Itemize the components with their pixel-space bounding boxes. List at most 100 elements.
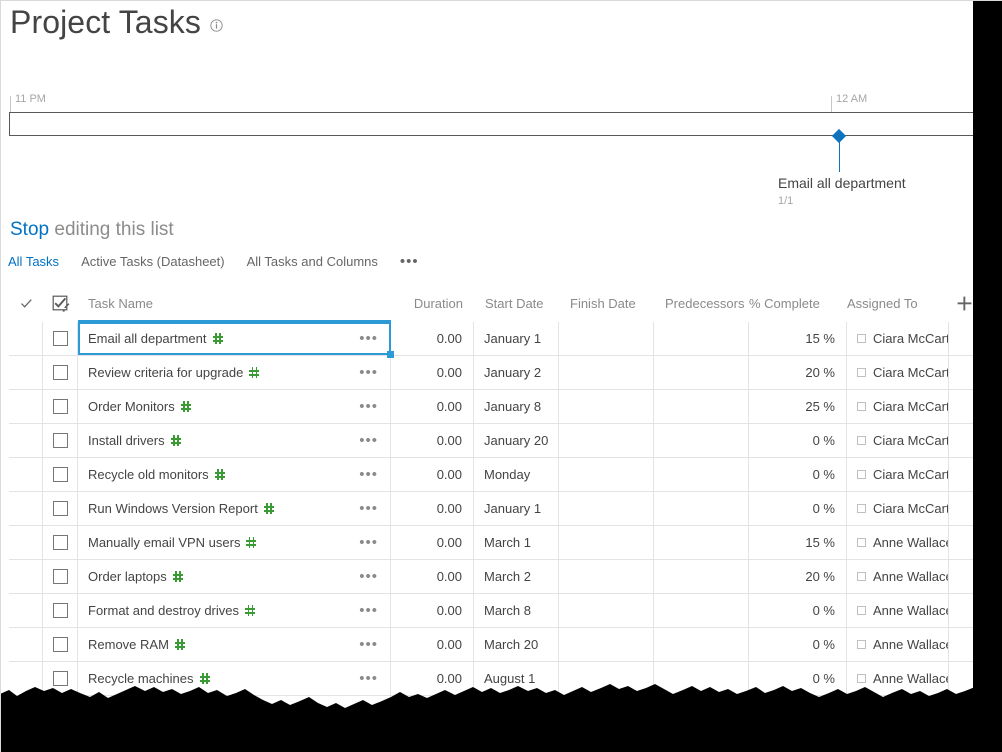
- row-checkbox[interactable]: [53, 569, 68, 584]
- cell-percent-complete[interactable]: 20 %: [749, 356, 847, 389]
- cell-predecessors[interactable]: [654, 594, 749, 627]
- cell-percent-complete[interactable]: 0 %: [749, 492, 847, 525]
- cell-assigned-to[interactable]: Ciara McCarthy: [847, 322, 949, 355]
- cell-predecessors[interactable]: [654, 696, 749, 729]
- cell-assigned-to[interactable]: Anne Wallace: [847, 526, 949, 559]
- column-header-start-date[interactable]: Start Date: [474, 285, 559, 322]
- timeline-milestone-label[interactable]: Email all department 1/1: [778, 174, 988, 208]
- cell-percent-complete[interactable]: 0 %: [749, 594, 847, 627]
- row-checkbox[interactable]: [53, 603, 68, 618]
- row-menu-button[interactable]: •••: [359, 504, 390, 514]
- row-menu-button[interactable]: •••: [359, 606, 390, 616]
- column-header-check-icon[interactable]: [9, 285, 43, 322]
- cell-duration[interactable]: 0.00: [391, 424, 474, 457]
- row-menu-button[interactable]: •••: [359, 470, 390, 480]
- table-row[interactable]: Review criteria for upgrade•••0.00Januar…: [9, 356, 974, 390]
- row-checkbox[interactable]: [53, 501, 68, 516]
- table-row[interactable]: Run Windows Version Report•••0.00January…: [9, 492, 974, 526]
- column-header-finish-date[interactable]: Finish Date: [559, 285, 654, 322]
- cell-finish-date[interactable]: [559, 662, 654, 695]
- row-select-checkbox-cell[interactable]: [43, 492, 78, 525]
- cell-task-name[interactable]: Recycle old monitors•••: [78, 458, 391, 491]
- row-select-checkbox-cell[interactable]: [43, 662, 78, 695]
- cell-task-name[interactable]: Review criteria for upgrade•••: [78, 356, 391, 389]
- row-select-checkbox-cell[interactable]: [43, 696, 78, 729]
- row-checkbox[interactable]: [53, 637, 68, 652]
- cell-start-date[interactable]: Monday: [474, 458, 559, 491]
- cell-predecessors[interactable]: [654, 526, 749, 559]
- row-select-checkbox-cell[interactable]: [43, 594, 78, 627]
- cell-assigned-to[interactable]: Anne Wallace: [847, 594, 949, 627]
- row-menu-button[interactable]: •••: [359, 368, 390, 378]
- cell-percent-complete[interactable]: 0 %: [749, 424, 847, 457]
- cell-percent-complete[interactable]: 0 %: [749, 662, 847, 695]
- cell-start-date[interactable]: January 20: [474, 424, 559, 457]
- cell-start-date[interactable]: A: [474, 696, 559, 729]
- cell-task-name[interactable]: Install drivers•••: [78, 424, 391, 457]
- cell-duration[interactable]: 0.00: [391, 390, 474, 423]
- row-checkbox[interactable]: [53, 535, 68, 550]
- cell-finish-date[interactable]: [559, 458, 654, 491]
- cell-percent-complete[interactable]: 25 %: [749, 390, 847, 423]
- cell-predecessors[interactable]: [654, 662, 749, 695]
- cell-assigned-to[interactable]: Anne Wallace: [847, 662, 949, 695]
- cell-assigned-to[interactable]: Anne Wallace: [847, 628, 949, 661]
- cell-predecessors[interactable]: [654, 424, 749, 457]
- column-header-percent-complete[interactable]: % Complete: [749, 285, 847, 322]
- cell-start-date[interactable]: January 1: [474, 492, 559, 525]
- cell-start-date[interactable]: March 8: [474, 594, 559, 627]
- row-menu-button[interactable]: •••: [359, 640, 390, 650]
- cell-assigned-to[interactable]: Ciara McCarthy: [847, 390, 949, 423]
- cell-duration[interactable]: 0.00: [391, 322, 474, 355]
- cell-assigned-to[interactable]: Ciara McCarthy: [847, 458, 949, 491]
- row-select-checkbox-cell[interactable]: [43, 458, 78, 491]
- column-header-task-name[interactable]: Task Name: [78, 285, 391, 322]
- tab-all-tasks-and-columns[interactable]: All Tasks and Columns: [247, 253, 378, 271]
- cell-start-date[interactable]: January 8: [474, 390, 559, 423]
- cell-assigned-to[interactable]: Ciara McCarthy: [847, 424, 949, 457]
- row-select-checkbox-cell[interactable]: [43, 424, 78, 457]
- info-icon[interactable]: [210, 19, 223, 32]
- view-tabs-more-button[interactable]: •••: [400, 255, 419, 269]
- row-checkbox[interactable]: [53, 433, 68, 448]
- cell-finish-date[interactable]: [559, 594, 654, 627]
- table-row[interactable]: Recycle old monitors•••0.00Monday0 %Ciar…: [9, 458, 974, 492]
- cell-finish-date[interactable]: [559, 356, 654, 389]
- cell-predecessors[interactable]: [654, 458, 749, 491]
- cell-duration[interactable]: 0.00: [391, 526, 474, 559]
- cell-assigned-to[interactable]: Ciara McCarthy: [847, 356, 949, 389]
- row-menu-button[interactable]: •••: [359, 708, 390, 718]
- cell-predecessors[interactable]: [654, 492, 749, 525]
- cell-finish-date[interactable]: [559, 628, 654, 661]
- cell-percent-complete[interactable]: 0 %: [749, 628, 847, 661]
- cell-task-name[interactable]: Email all department•••: [78, 322, 391, 355]
- tab-all-tasks[interactable]: All Tasks: [8, 253, 59, 271]
- table-row[interactable]: Email all department•••0.00January 115 %…: [9, 322, 974, 356]
- cell-task-name[interactable]: Manually email VPN users•••: [78, 526, 391, 559]
- cell-assigned-to[interactable]: Anne Wallace: [847, 560, 949, 593]
- row-checkbox[interactable]: [53, 467, 68, 482]
- row-select-checkbox-cell[interactable]: [43, 628, 78, 661]
- row-select-checkbox-cell[interactable]: [43, 322, 78, 355]
- row-menu-button[interactable]: •••: [359, 436, 390, 446]
- row-checkbox[interactable]: [53, 331, 68, 346]
- cell-predecessors[interactable]: [654, 356, 749, 389]
- cell-task-name[interactable]: Order Monitors•••: [78, 390, 391, 423]
- row-select-checkbox-cell[interactable]: [43, 356, 78, 389]
- row-menu-button[interactable]: •••: [359, 402, 390, 412]
- cell-predecessors[interactable]: [654, 390, 749, 423]
- timeline[interactable]: 11 PM 12 AM Email all department 1/1: [9, 92, 993, 212]
- cell-start-date[interactable]: March 20: [474, 628, 559, 661]
- cell-start-date[interactable]: January 1: [474, 322, 559, 355]
- row-checkbox[interactable]: [53, 671, 68, 686]
- table-row[interactable]: Remove RAM•••0.00March 20 0 %Anne Wallace: [9, 628, 974, 662]
- row-menu-button[interactable]: •••: [359, 572, 390, 582]
- timeline-milestone-diamond-icon[interactable]: [831, 128, 847, 144]
- cell-duration[interactable]: 0.00: [391, 458, 474, 491]
- cell-task-name[interactable]: Order laptops•••: [78, 560, 391, 593]
- cell-duration[interactable]: 0.00: [391, 628, 474, 661]
- cell-finish-date[interactable]: [559, 390, 654, 423]
- tab-active-tasks-datasheet[interactable]: Active Tasks (Datasheet): [81, 253, 225, 271]
- cell-task-name[interactable]: Remove RAM•••: [78, 628, 391, 661]
- row-checkbox[interactable]: [53, 399, 68, 414]
